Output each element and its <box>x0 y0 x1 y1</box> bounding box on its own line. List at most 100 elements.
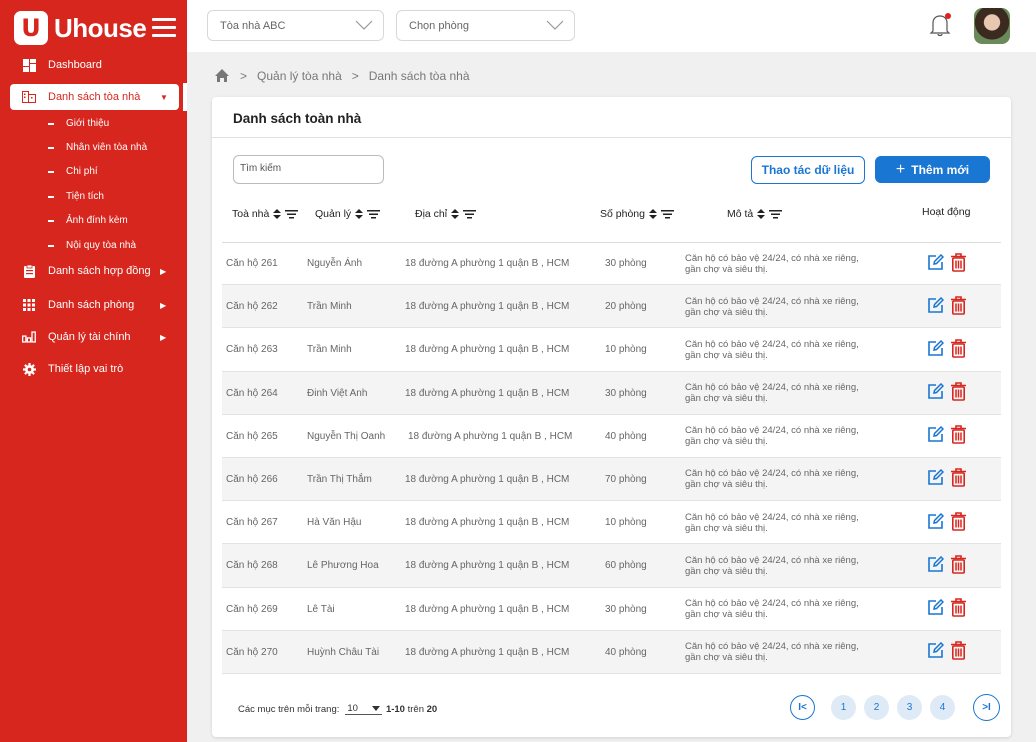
cell-description: Căn hộ có bảo vệ 24/24, có nhà xe riêng,… <box>685 501 900 544</box>
first-page-button[interactable]: I< <box>790 695 815 720</box>
edit-icon[interactable] <box>927 339 945 360</box>
trash-icon[interactable] <box>950 468 967 490</box>
page-button-2[interactable]: 2 <box>864 695 889 720</box>
finance-icon <box>22 330 36 344</box>
edit-icon[interactable] <box>927 642 945 662</box>
edit-icon[interactable] <box>927 512 945 533</box>
submenu-item-attachments[interactable]: Ảnh đính kèm <box>48 215 128 226</box>
filter-icon[interactable] <box>285 209 299 219</box>
cell-actions <box>927 285 967 328</box>
table-row[interactable]: Căn hộ 264 Đinh Việt Anh 18 đường A phường… <box>222 371 1001 415</box>
cell-rooms: 30 phòng <box>605 603 647 615</box>
table-row[interactable]: Căn hộ 267 Hà Văn Hậu 18 đường A phường 1 … <box>222 501 1001 545</box>
per-page-select[interactable]: 10 <box>345 703 382 715</box>
table-row[interactable]: Căn hộ 269 Lê Tài 18 đường A phường 1 quận… <box>222 588 1001 631</box>
sort-icon[interactable] <box>648 209 657 219</box>
sidebar-item-rooms[interactable]: Danh sách phòng ▶ <box>0 292 187 318</box>
dashboard-icon <box>22 58 36 72</box>
sidebar-item-finance[interactable]: Quản lý tài chính ▶ <box>0 324 187 350</box>
edit-icon[interactable] <box>927 555 945 576</box>
sidebar-item-label: Danh sách tòa nhà <box>48 91 141 103</box>
column-header-description[interactable]: Mô tả <box>727 208 783 220</box>
logo-mark: U <box>14 11 48 45</box>
avatar[interactable] <box>974 8 1010 44</box>
building-list-card: Danh sách toàn nhà Tìm kiếm Thao tác dữ … <box>212 97 1011 737</box>
sort-icon[interactable] <box>757 209 766 219</box>
column-header-building[interactable]: Toà nhà <box>232 208 299 220</box>
table-row[interactable]: Căn hộ 262 Trần Minh 18 đường A phường 1 q… <box>222 285 1001 329</box>
chevron-down-icon <box>355 20 373 30</box>
cell-manager: Lê Tài <box>307 603 335 615</box>
page-button-4[interactable]: 4 <box>930 695 955 720</box>
sidebar-item-contracts[interactable]: Danh sách hợp đồng ▶ <box>0 258 187 284</box>
sort-icon[interactable] <box>451 209 460 219</box>
trash-icon[interactable] <box>950 382 967 404</box>
cell-rooms: 60 phòng <box>605 560 647 572</box>
column-header-rooms[interactable]: Số phòng <box>600 208 674 220</box>
trash-icon[interactable] <box>950 425 967 447</box>
trash-icon[interactable] <box>950 598 967 620</box>
edit-icon[interactable] <box>927 598 945 619</box>
column-header-manager[interactable]: Quản lý <box>315 208 381 220</box>
caret-right-icon: ▶ <box>160 332 167 342</box>
logo[interactable]: U Uhouse <box>14 11 147 45</box>
sidebar-item-roles[interactable]: Thiết lập vai trò <box>0 356 187 382</box>
data-ops-button[interactable]: Thao tác dữ liệu <box>751 156 865 184</box>
table-row[interactable]: Căn hộ 270 Huỳnh Châu Tài 18 đường A phườn… <box>222 630 1001 674</box>
pagination-info: Các mục trên mỗi trang: 10 1-10 trên 20 <box>238 703 438 715</box>
trash-icon[interactable] <box>950 511 967 534</box>
table-row[interactable]: Căn hộ 265 Nguyễn Thị Oanh 18 đường A phườ… <box>222 415 1001 458</box>
submenu-item-rules[interactable]: Nội quy tòa nhà <box>48 240 136 251</box>
filter-icon[interactable] <box>367 209 381 219</box>
building-select[interactable]: Tòa nhà ABC <box>207 10 384 41</box>
edit-icon[interactable] <box>927 253 945 274</box>
description-line: gần chợ và siêu thị. <box>685 349 768 361</box>
card-title: Danh sách toàn nhà <box>233 111 362 126</box>
column-header-address[interactable]: Địa chỉ <box>415 208 477 220</box>
active-indicator <box>183 83 187 111</box>
description-line: gần chợ và siêu thị. <box>685 652 768 664</box>
cell-description: Căn hộ có bảo vệ 24/24, có nhà xe riêng,… <box>685 372 900 415</box>
submenu-item-intro[interactable]: Giới thiệu <box>48 118 109 129</box>
table-row[interactable]: Căn hộ 263 Trần Minh 18 đường A phường 1 q… <box>222 328 1001 372</box>
edit-icon[interactable] <box>927 426 945 446</box>
add-new-button[interactable]: + Thêm mới <box>875 156 990 183</box>
sort-icon[interactable] <box>355 209 364 219</box>
menu-icon[interactable] <box>152 18 176 42</box>
filter-icon[interactable] <box>769 209 783 219</box>
table-row[interactable]: Căn hộ 266 Trần Thị Thắm 18 đường A phường… <box>222 457 1001 502</box>
filter-icon[interactable] <box>463 209 477 219</box>
edit-icon[interactable] <box>927 383 945 403</box>
page-button-3[interactable]: 3 <box>897 695 922 720</box>
filter-icon[interactable] <box>660 209 674 219</box>
edit-icon[interactable] <box>927 469 945 489</box>
edit-icon[interactable] <box>927 296 945 317</box>
cell-manager: Trần Thị Thắm <box>307 473 372 485</box>
table-row[interactable]: Căn hộ 268 Lê Phương Hoa 18 đường A phường… <box>222 544 1001 588</box>
breadcrumb-item[interactable]: Quản lý tòa nhà <box>257 69 342 83</box>
submenu-item-amenities[interactable]: Tiện tích <box>48 191 104 202</box>
home-icon[interactable] <box>214 68 230 83</box>
submenu-item-costs[interactable]: Chi phí <box>48 166 98 177</box>
page-button-1[interactable]: 1 <box>831 695 856 720</box>
search-input[interactable]: Tìm kiếm <box>233 155 384 184</box>
last-page-button[interactable]: >I <box>973 694 1000 721</box>
table-row[interactable]: Căn hộ 261 Nguyễn Ánh 18 đường A phường 1 … <box>222 242 1001 286</box>
cell-manager: Lê Phương Hoa <box>307 560 379 572</box>
cell-building: Căn hộ 264 <box>226 387 278 399</box>
trash-icon[interactable] <box>950 252 967 275</box>
trash-icon[interactable] <box>950 555 967 577</box>
trash-icon[interactable] <box>950 339 967 361</box>
trash-icon[interactable] <box>950 641 967 663</box>
cell-description: Căn hộ có bảo vệ 24/24, có nhà xe riêng,… <box>685 631 900 674</box>
sort-icon[interactable] <box>273 209 282 219</box>
cell-building: Căn hộ 266 <box>226 473 278 485</box>
room-select[interactable]: Chọn phòng <box>396 10 575 41</box>
cell-actions <box>927 631 967 674</box>
trash-icon[interactable] <box>950 295 967 318</box>
sidebar-item-dashboard[interactable]: Dashboard <box>0 52 187 78</box>
sidebar-item-buildings[interactable]: Danh sách tòa nhà ▼ <box>10 84 179 110</box>
cell-rooms: 10 phòng <box>605 344 647 356</box>
submenu-item-staff[interactable]: Nhân viên tòa nhà <box>48 142 147 153</box>
sidebar-item-label: Thiết lập vai trò <box>48 363 124 375</box>
